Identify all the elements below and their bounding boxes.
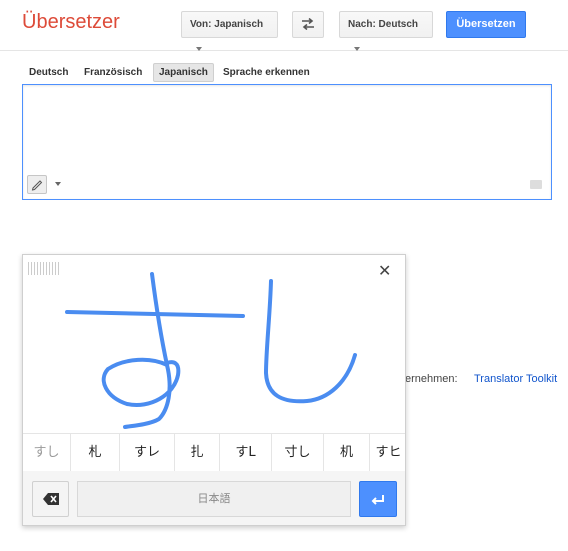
tab-deutsch[interactable]: Deutsch <box>29 64 68 81</box>
top-bar: Übersetzer Von: Japanisch Nach: Deutsch … <box>0 0 568 52</box>
source-text-input[interactable] <box>22 84 552 200</box>
target-language-label: Nach: Deutsch <box>348 19 419 30</box>
handwritten-strokes <box>65 272 357 429</box>
swap-icon <box>302 18 314 31</box>
tab-sprache-erkennen[interactable]: Sprache erkennen <box>223 64 310 81</box>
translate-button[interactable]: Übersetzen <box>446 11 526 38</box>
enter-icon <box>371 495 384 505</box>
translator-toolkit-link[interactable]: Translator Toolkit <box>474 373 557 385</box>
handwriting-controls: 日本語 <box>23 471 405 525</box>
pencil-icon <box>31 180 43 191</box>
backspace-icon <box>43 493 59 505</box>
handwriting-panel: ✕ すし 札 すレ 扎 すL 寸し 机 すヒ 日本語 <box>22 254 406 526</box>
candidate-row: すし 札 すレ 扎 すL 寸し 机 すヒ <box>23 433 405 472</box>
enter-button[interactable] <box>359 481 397 517</box>
candidate-5[interactable]: すL <box>220 434 272 471</box>
target-language-dropdown[interactable]: Nach: Deutsch <box>339 11 433 52</box>
backspace-button[interactable] <box>32 481 69 517</box>
app-title: Übersetzer <box>22 11 120 33</box>
candidate-7[interactable]: 机 <box>324 434 370 471</box>
chevron-down-icon <box>354 47 360 52</box>
candidate-1[interactable]: すし <box>23 434 71 471</box>
candidate-2[interactable]: 札 <box>71 434 120 471</box>
candidate-3[interactable]: すレ <box>120 434 175 471</box>
candidate-8[interactable]: すヒ <box>370 434 405 471</box>
input-language-field[interactable]: 日本語 <box>77 481 351 517</box>
close-icon[interactable]: ✕ <box>378 264 391 280</box>
candidate-4[interactable]: 扎 <box>175 434 220 471</box>
source-language-dropdown[interactable]: Von: Japanisch <box>181 11 278 52</box>
chevron-down-icon[interactable] <box>55 182 61 186</box>
candidate-6[interactable]: 寸し <box>272 434 324 471</box>
speech-bubble-icon[interactable] <box>530 180 542 189</box>
swap-languages-button[interactable] <box>292 11 324 38</box>
tab-franzoesisch[interactable]: Französisch <box>84 64 142 81</box>
source-language-label: Von: Japanisch <box>190 19 264 30</box>
input-tools-button[interactable] <box>27 175 47 194</box>
tab-japanisch[interactable]: Japanisch <box>153 63 214 82</box>
toolkit-prefix-text: ernehmen: <box>405 373 458 385</box>
handwriting-canvas[interactable] <box>23 255 406 433</box>
chevron-down-icon <box>196 47 202 52</box>
